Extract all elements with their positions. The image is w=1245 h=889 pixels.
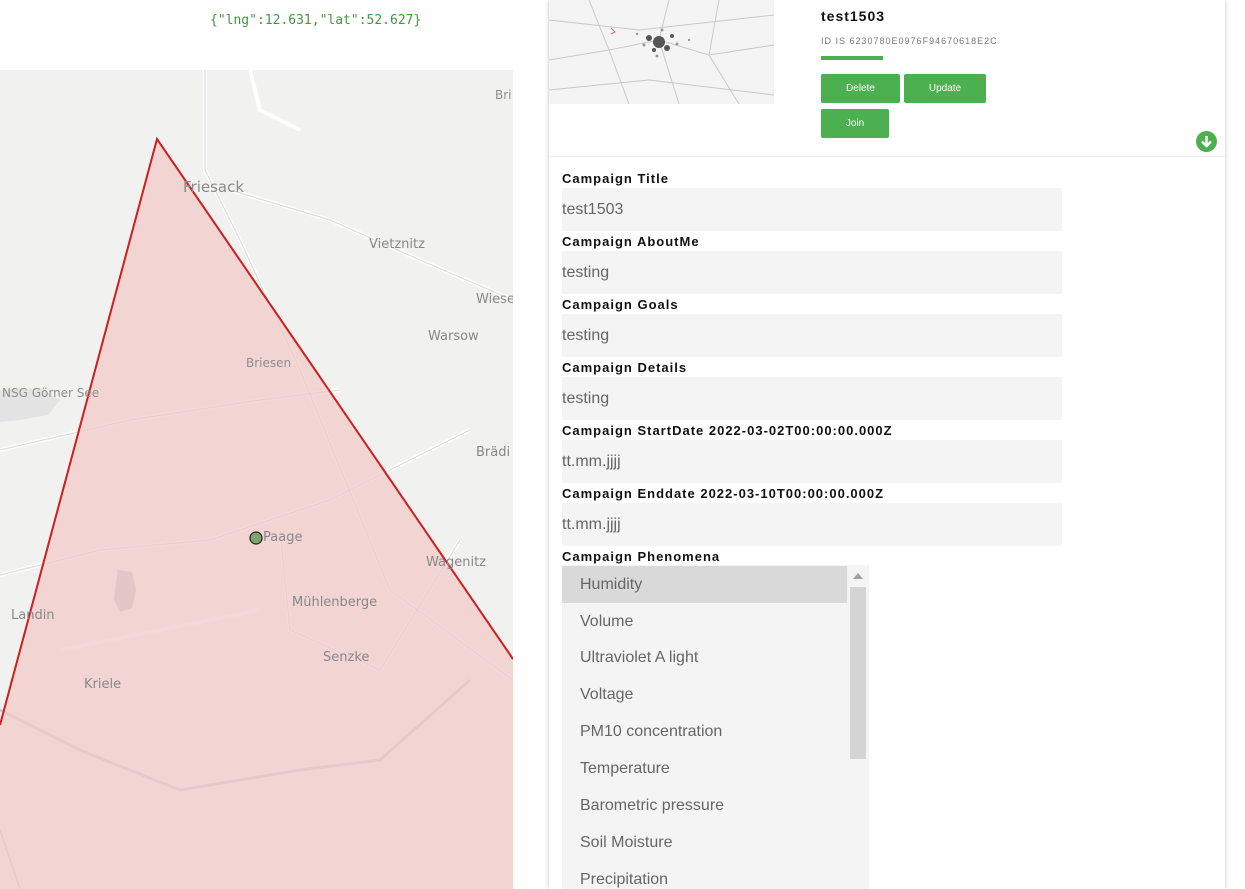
place-label: Bri: [495, 88, 512, 102]
startdate-placeholder: tt.mm.jjjj: [562, 452, 621, 470]
update-button[interactable]: Update: [904, 74, 986, 103]
goals-value: testing: [562, 326, 610, 344]
enddate-field[interactable]: tt.mm.jjjj: [562, 503, 1062, 546]
details-field[interactable]: testing: [562, 377, 1062, 420]
enddate-placeholder: tt.mm.jjjj: [562, 515, 621, 533]
campaign-card: test1503 ID IS 6230780E0976F94670618E2C …: [549, 0, 1225, 157]
coordinates-readout: {"lng":12.631,"lat":52.627}: [210, 13, 422, 28]
campaign-form: Campaign Title test1503 Campaign AboutMe…: [562, 170, 1082, 566]
phenomena-option[interactable]: PM10 concentration: [562, 713, 847, 750]
phenomena-option[interactable]: Voltage: [562, 676, 847, 713]
location-marker[interactable]: [250, 532, 263, 545]
place-label: Vietznitz: [369, 237, 425, 252]
place-label: Brädi: [476, 445, 511, 460]
place-label: Warsow: [428, 329, 479, 344]
place-label: Wiese: [476, 292, 513, 307]
place-label: Friesack: [183, 178, 245, 196]
map-view[interactable]: Bri Friesack Vietznitz Wiese Warsow Brie…: [0, 70, 513, 889]
campaign-id: ID IS 6230780E0976F94670618E2C: [821, 36, 998, 46]
phenomena-listbox[interactable]: Humidity Volume Ultraviolet A light Volt…: [562, 565, 869, 889]
startdate-label: Campaign StartDate 2022-03-02T00:00:00.0…: [562, 423, 893, 438]
phenomena-option[interactable]: Precipitation: [562, 861, 847, 889]
details-value: testing: [562, 389, 610, 407]
phenomena-option[interactable]: Volume: [562, 603, 847, 640]
goals-field[interactable]: testing: [562, 314, 1062, 357]
details-label: Campaign Details: [562, 360, 688, 375]
phenomena-option[interactable]: Soil Moisture: [562, 824, 847, 861]
title-label: Campaign Title: [562, 171, 669, 186]
title-value: test1503: [562, 200, 624, 218]
scroll-up-arrow-icon[interactable]: [853, 573, 863, 579]
delete-button[interactable]: Delete: [821, 74, 900, 103]
join-button[interactable]: Join: [821, 109, 889, 138]
aboutme-field[interactable]: testing: [562, 251, 1062, 294]
phenomena-option[interactable]: Humidity: [562, 566, 847, 603]
arrow-down-circle-icon[interactable]: [1196, 131, 1217, 152]
title-field[interactable]: test1503: [562, 188, 1062, 231]
place-label: Briesen: [246, 356, 292, 370]
campaign-panel: test1503 ID IS 6230780E0976F94670618E2C …: [549, 0, 1225, 889]
phenomena-label: Campaign Phenomena: [562, 549, 721, 564]
place-label: Kriele: [84, 677, 122, 692]
listbox-scroll-thumb[interactable]: [850, 587, 866, 759]
place-label: Senzke: [323, 650, 370, 665]
place-label: Wagenitz: [426, 555, 487, 570]
place-label: Mühlenberge: [292, 595, 378, 610]
place-label: NSG Görner See: [2, 386, 100, 400]
place-label: Landin: [11, 608, 55, 623]
phenomena-option[interactable]: Temperature: [562, 750, 847, 787]
place-label: Paage: [263, 530, 303, 545]
campaign-map-thumbnail: [549, 0, 774, 104]
aboutme-label: Campaign AboutMe: [562, 234, 700, 249]
goals-label: Campaign Goals: [562, 297, 679, 312]
phenomena-option[interactable]: Barometric pressure: [562, 787, 847, 824]
phenomena-option[interactable]: Ultraviolet A light: [562, 639, 847, 676]
enddate-label: Campaign Enddate 2022-03-10T00:00:00.000…: [562, 486, 885, 501]
startdate-field[interactable]: tt.mm.jjjj: [562, 440, 1062, 483]
aboutme-value: testing: [562, 263, 610, 281]
campaign-title: test1503: [821, 8, 886, 24]
map-canvas: [0, 70, 513, 889]
campaign-progress-bar: [821, 56, 883, 60]
